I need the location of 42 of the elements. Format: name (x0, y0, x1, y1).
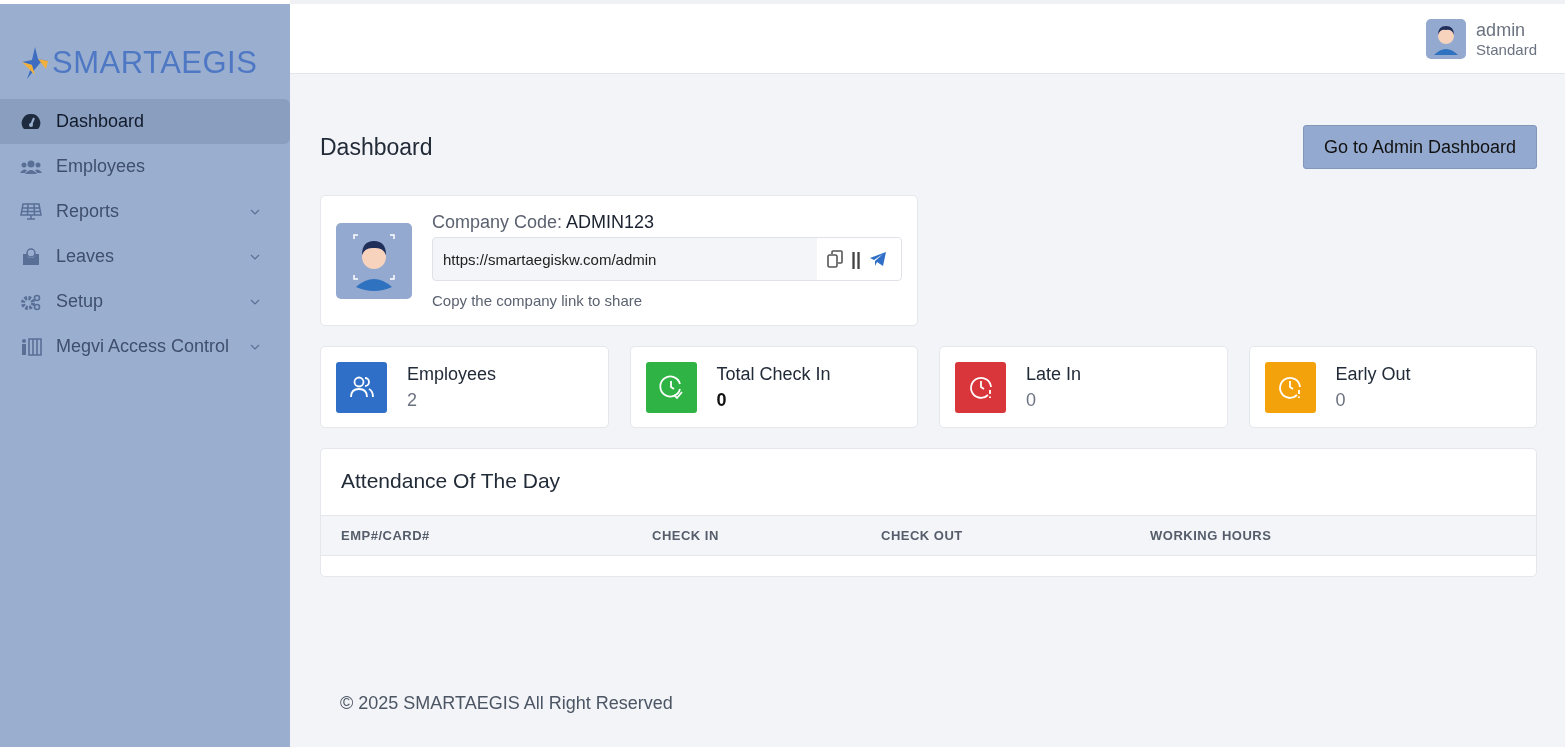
logo-text: SMARTAEGIS (52, 44, 258, 81)
gears-icon (20, 292, 42, 311)
admin-dashboard-button[interactable]: Go to Admin Dashboard (1302, 125, 1537, 169)
stat-value: 0 (1026, 389, 1037, 411)
column-header: EMP#/CARD# (341, 528, 431, 543)
card-title: Attendance Of The Day (340, 468, 562, 494)
sidebar-item[interactable]: Reports (0, 189, 290, 234)
sidebar-item[interactable]: Dashboard (0, 99, 290, 144)
stat-value: 0 (1335, 389, 1347, 411)
stat-label: Total Check In (716, 363, 831, 385)
chevron-down-icon (250, 208, 260, 215)
company-link-field[interactable]: https://smartaegiskw.com/admin || (432, 237, 902, 281)
gauge-icon (20, 112, 42, 131)
chevron-down-icon (250, 343, 260, 350)
user-avatar[interactable] (1426, 18, 1467, 59)
sidebar-item[interactable]: Leaves (0, 234, 290, 279)
separator-text: || (850, 248, 861, 270)
copy-icon[interactable] (826, 250, 843, 268)
footer-text: © 2025 SMARTAEGIS All Right Reserved (339, 693, 674, 714)
stat-label: Late In (1026, 363, 1082, 385)
column-header: CHECK IN (652, 528, 720, 543)
sidebar-item[interactable]: Megvi Access Control (0, 324, 290, 369)
user-name: admin (1476, 19, 1527, 41)
sidebar-item[interactable]: Employees (0, 144, 290, 189)
sidebar-item[interactable]: Setup (0, 279, 290, 324)
send-icon[interactable] (869, 251, 887, 267)
tray-icon (20, 247, 42, 266)
column-header: WORKING HOURS (1150, 528, 1273, 543)
page-title: Dashboard (320, 133, 433, 161)
people-icon (20, 158, 42, 175)
stat-value: 0 (716, 389, 728, 411)
company-code: Company Code: ADMIN123 (432, 212, 656, 233)
solar-panel-icon (20, 202, 42, 221)
column-header: CHECK OUT (881, 528, 964, 543)
user-role: Standard (1476, 40, 1537, 58)
chevron-down-icon (250, 253, 260, 260)
stat-value: 2 (407, 389, 418, 411)
chevron-down-icon (250, 298, 260, 305)
door-person-icon (20, 337, 42, 356)
stat-label: Early Out (1335, 363, 1411, 385)
stat-label: Employees (407, 363, 497, 385)
hint-text: Copy the company link to share (432, 292, 644, 309)
